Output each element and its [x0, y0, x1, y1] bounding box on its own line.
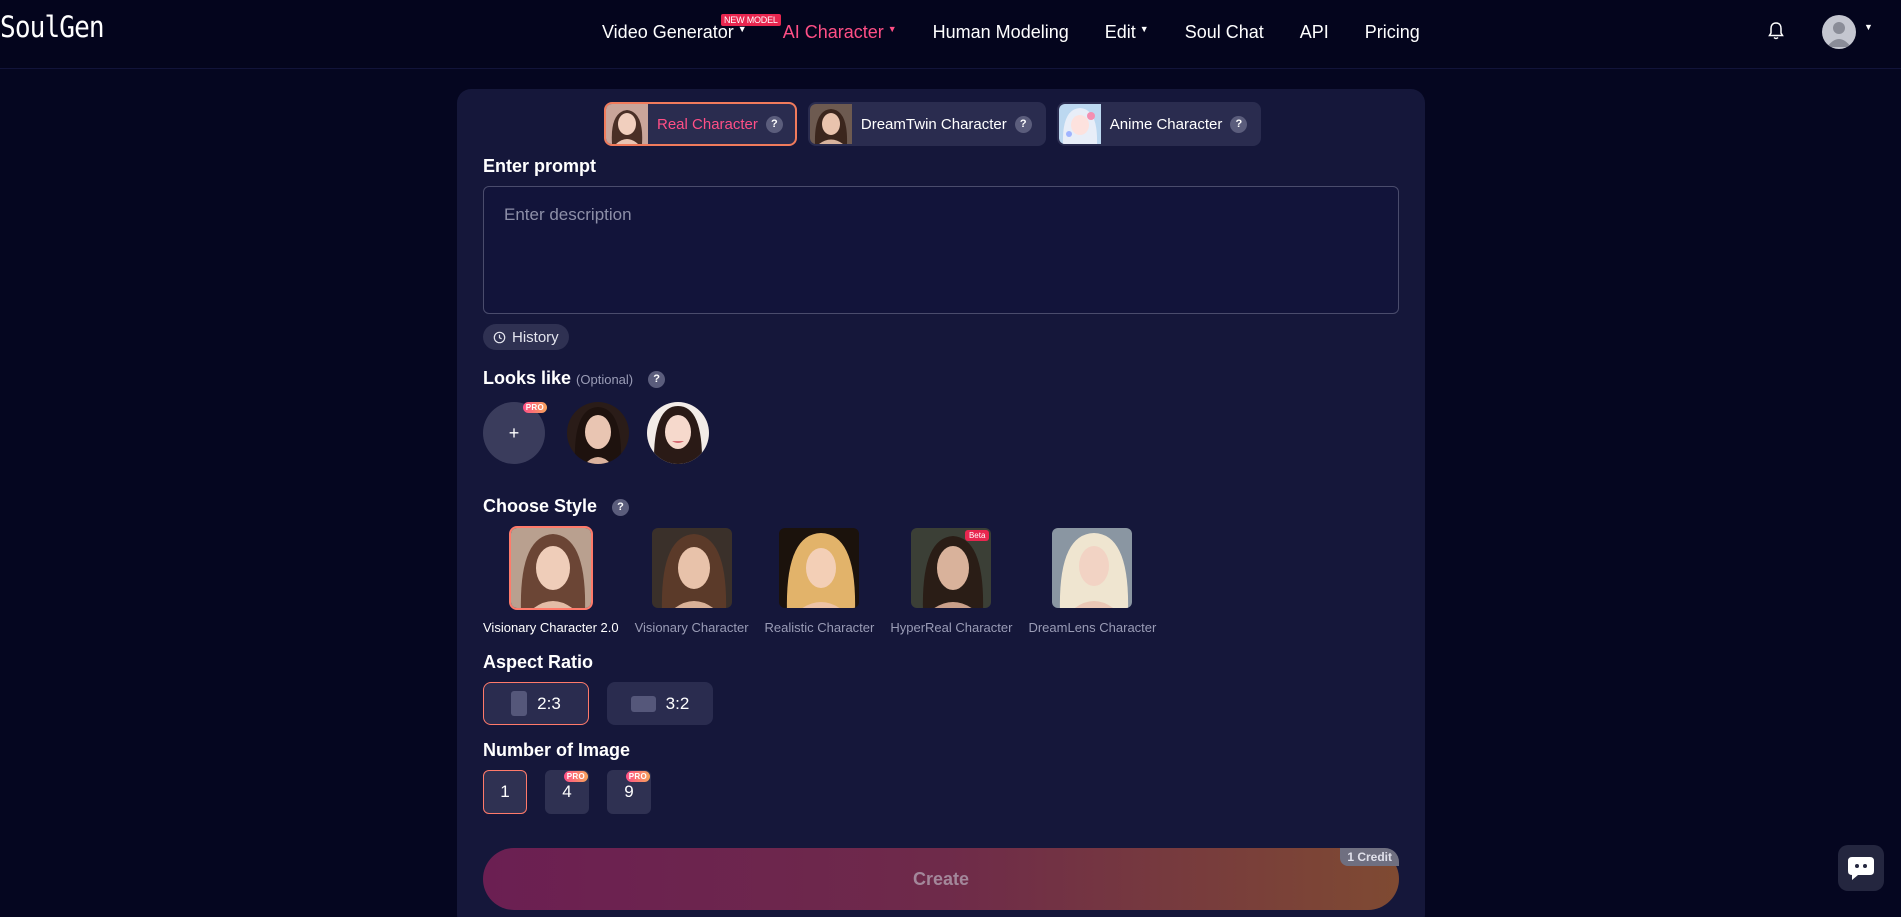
- portrait-shape-icon: [511, 691, 528, 716]
- nav-pricing-label: Pricing: [1364, 21, 1420, 42]
- looks-like-label: Looks like (Optional) ?: [483, 368, 666, 389]
- style-dreamlens-character[interactable]: DreamLens Character: [1028, 526, 1156, 635]
- image-count-4[interactable]: 4 PRO: [545, 770, 589, 814]
- new-model-badge: NEW MODEL: [721, 13, 781, 26]
- prompt-label: Enter prompt: [483, 156, 597, 176]
- chat-bubble-icon: [1848, 857, 1874, 880]
- nav-soul-chat[interactable]: Soul Chat: [1185, 22, 1264, 43]
- bell-icon[interactable]: [1766, 20, 1786, 42]
- choose-style-title: Choose Style: [483, 496, 598, 516]
- aspect-ratio-2-3[interactable]: 2:3: [483, 682, 589, 725]
- style-label: Realistic Character: [764, 620, 875, 635]
- help-icon[interactable]: ?: [612, 498, 630, 516]
- nav-video-generator-label: Video Generator: [602, 21, 734, 42]
- chat-support-button[interactable]: [1838, 845, 1884, 891]
- nav-api[interactable]: API: [1300, 22, 1329, 43]
- optional-hint: (Optional): [576, 372, 634, 387]
- style-thumbnail: Beta: [909, 526, 993, 610]
- aspect-ratio-options: 2:3 3:2: [483, 682, 731, 725]
- pro-badge: PRO: [563, 771, 588, 782]
- pro-badge: PRO: [522, 402, 547, 413]
- number-of-image-options: 1 4 PRO 9 PRO: [483, 770, 669, 814]
- tab-real-character[interactable]: Real Character ?: [604, 102, 797, 146]
- top-navbar: SoulGen Video Generator ▼ NEW MODEL AI C…: [0, 0, 1901, 69]
- image-count-label: 1: [500, 782, 510, 801]
- chevron-down-icon[interactable]: ▼: [1864, 22, 1873, 32]
- help-icon[interactable]: ?: [1014, 115, 1032, 133]
- help-icon[interactable]: ?: [765, 115, 783, 133]
- help-icon[interactable]: ?: [648, 370, 666, 388]
- history-label: History: [512, 328, 559, 346]
- anime-character-thumbnail: [1058, 104, 1101, 144]
- number-of-image-label: Number of Image: [483, 740, 631, 760]
- nav-api-label: API: [1299, 21, 1329, 42]
- nav-ai-character-label: AI Character: [782, 21, 884, 42]
- credit-cost-badge: 1 Credit: [1340, 848, 1399, 866]
- chevron-down-icon: ▼: [1139, 24, 1149, 34]
- tab-real-character-label: Real Character: [657, 115, 758, 133]
- beta-badge: Beta: [964, 530, 990, 541]
- style-visionary-character[interactable]: Visionary Character: [635, 526, 749, 635]
- aspect-ratio-label-text: 3:2: [665, 693, 690, 713]
- aspect-ratio-3-2[interactable]: 3:2: [607, 682, 713, 725]
- create-label: Create: [912, 868, 970, 889]
- aspect-ratio-label-text: 2:3: [537, 693, 561, 713]
- prompt-input[interactable]: [484, 187, 1398, 313]
- style-label: Visionary Character 2.0: [483, 620, 619, 635]
- user-avatar-icon[interactable]: [1822, 15, 1856, 49]
- chevron-down-icon: ▼: [737, 24, 747, 34]
- style-thumbnail: [777, 526, 861, 610]
- looks-like-face-1[interactable]: [567, 402, 629, 464]
- tab-dreamtwin-character[interactable]: DreamTwin Character ?: [807, 102, 1046, 146]
- aspect-ratio-label: Aspect Ratio: [483, 652, 594, 672]
- style-label: DreamLens Character: [1028, 620, 1157, 635]
- nav-edit-label: Edit: [1104, 21, 1136, 42]
- style-label: Visionary Character: [634, 620, 749, 635]
- clock-icon: [493, 331, 506, 343]
- image-count-label: 9: [624, 782, 634, 801]
- generator-panel: Real Character ? DreamTwin Character ? A…: [457, 89, 1425, 917]
- style-options: Visionary Character 2.0 Visionary Charac…: [483, 526, 1172, 635]
- image-count-1[interactable]: 1: [483, 770, 527, 814]
- add-face-button[interactable]: + PRO: [483, 402, 547, 464]
- create-button[interactable]: Create 1 Credit: [483, 848, 1399, 910]
- style-hyperreal-character[interactable]: Beta HyperReal Character: [890, 526, 1012, 635]
- style-thumbnail: [1050, 526, 1134, 610]
- style-realistic-character[interactable]: Realistic Character: [764, 526, 875, 635]
- tab-anime-character[interactable]: Anime Character ?: [1056, 102, 1262, 146]
- nav-ai-character[interactable]: AI Character ▼: [783, 22, 897, 43]
- nav-pricing[interactable]: Pricing: [1365, 22, 1420, 43]
- character-type-tabs: Real Character ? DreamTwin Character ? A…: [604, 102, 1272, 146]
- looks-like-face-2[interactable]: [647, 402, 709, 464]
- soulgen-logo[interactable]: SoulGen: [0, 10, 105, 44]
- nav-video-generator[interactable]: Video Generator ▼ NEW MODEL: [602, 13, 781, 43]
- tab-anime-character-label: Anime Character: [1109, 115, 1223, 133]
- plus-icon: +: [508, 422, 520, 443]
- style-visionary-character-2[interactable]: Visionary Character 2.0: [483, 526, 619, 635]
- prompt-input-wrapper: [483, 186, 1399, 314]
- looks-like-options: + PRO: [483, 402, 727, 464]
- pro-badge: PRO: [625, 771, 650, 782]
- image-count-label: 4: [562, 782, 572, 801]
- history-button[interactable]: History: [483, 324, 569, 350]
- main-nav: Video Generator ▼ NEW MODEL AI Character…: [602, 13, 1456, 45]
- style-label: HyperReal Character: [890, 620, 1013, 635]
- tab-dreamtwin-character-label: DreamTwin Character: [860, 115, 1007, 133]
- nav-soul-chat-label: Soul Chat: [1184, 21, 1264, 42]
- choose-style-label: Choose Style ?: [483, 496, 630, 517]
- nav-human-modeling-label: Human Modeling: [932, 21, 1069, 42]
- dreamtwin-character-thumbnail: [809, 104, 852, 144]
- nav-edit[interactable]: Edit ▼: [1105, 22, 1149, 43]
- chevron-down-icon: ▼: [887, 24, 897, 34]
- landscape-shape-icon: [630, 695, 656, 712]
- style-thumbnail: [508, 526, 593, 610]
- real-character-thumbnail: [606, 104, 648, 144]
- looks-like-title: Looks like: [483, 368, 572, 388]
- help-icon[interactable]: ?: [1230, 115, 1248, 133]
- nav-human-modeling[interactable]: Human Modeling: [933, 22, 1069, 43]
- image-count-9[interactable]: 9 PRO: [607, 770, 651, 814]
- style-thumbnail: [650, 526, 734, 610]
